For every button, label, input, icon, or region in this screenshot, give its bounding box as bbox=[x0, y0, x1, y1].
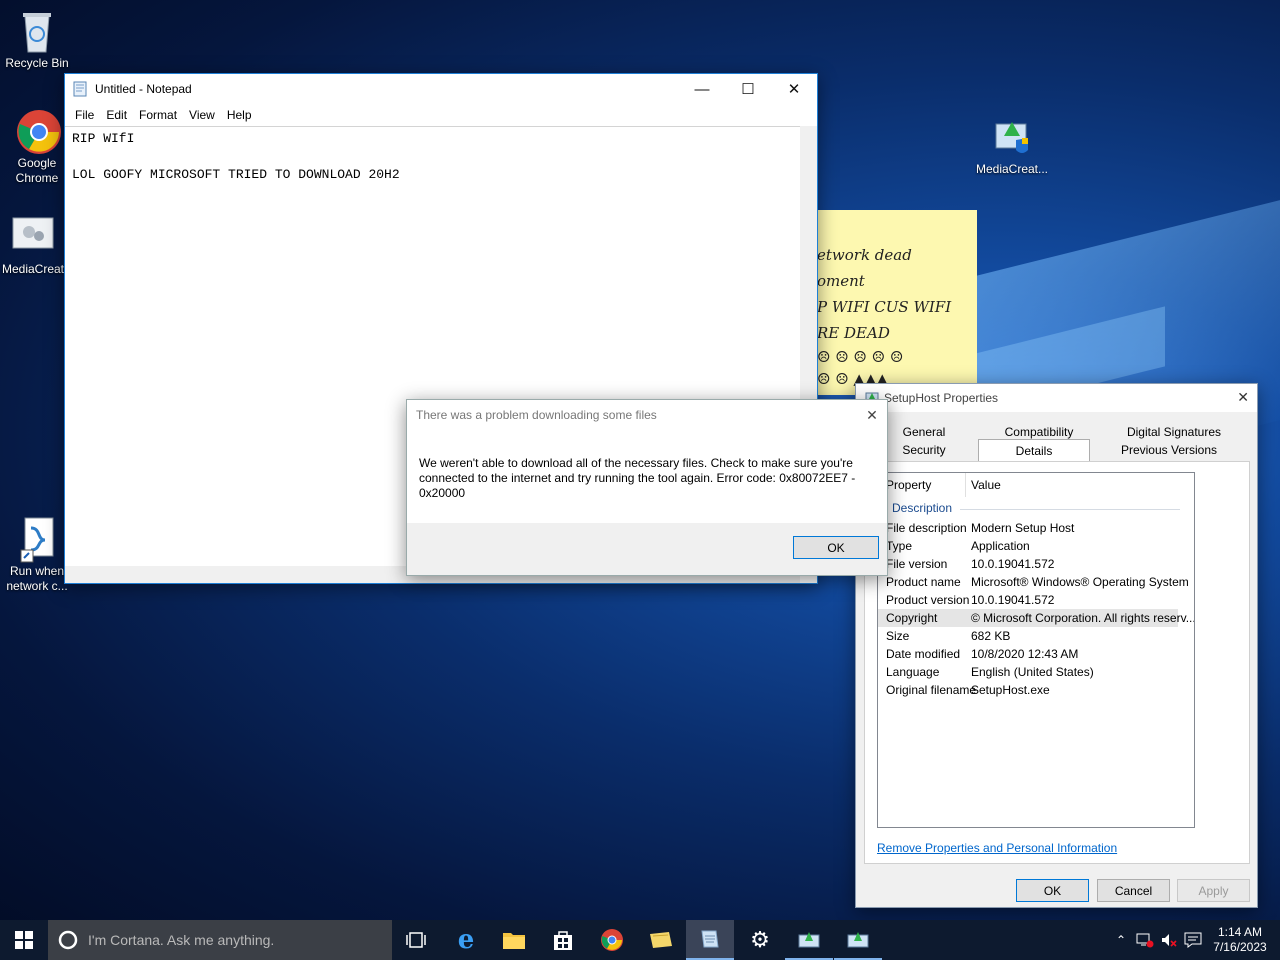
error-dialog[interactable]: There was a problem downloading some fil… bbox=[406, 399, 888, 576]
notepad-taskbar-icon[interactable] bbox=[686, 920, 734, 960]
properties-titlebar[interactable]: SetupHost Properties ✕ bbox=[856, 384, 1257, 412]
desktop-icon-mediacreat-2[interactable]: MediaCreat... bbox=[975, 114, 1049, 177]
script-file-icon bbox=[15, 516, 59, 563]
table-row[interactable]: File description Modern Setup Host bbox=[878, 519, 1178, 537]
volume-muted-icon[interactable] bbox=[1158, 920, 1180, 960]
start-button[interactable] bbox=[0, 920, 48, 960]
table-row[interactable]: Product name Microsoft® Windows® Operatin… bbox=[878, 573, 1189, 591]
desktop-icon-mediacreat[interactable]: MediaCreat bbox=[0, 214, 70, 277]
mediacreation-setup-icon bbox=[990, 114, 1034, 158]
edge-icon[interactable]: e bbox=[442, 920, 490, 960]
close-button[interactable]: ✕ bbox=[1237, 389, 1249, 406]
text-line bbox=[72, 149, 810, 167]
text-line: RIP WIfI bbox=[72, 131, 135, 146]
menu-edit[interactable]: Edit bbox=[100, 108, 133, 122]
task-view-icon[interactable] bbox=[392, 920, 440, 960]
desktop-icon-google-chrome[interactable]: Google Chrome bbox=[0, 108, 74, 186]
cortana-search-box[interactable]: I'm Cortana. Ask me anything. bbox=[48, 920, 392, 960]
windows-logo-icon bbox=[15, 931, 33, 949]
table-row[interactable]: Original filename SetupHost.exe bbox=[878, 681, 1178, 699]
dialog-title: There was a problem downloading some fil… bbox=[416, 408, 657, 422]
menu-view[interactable]: View bbox=[183, 108, 221, 122]
remove-properties-link[interactable]: Remove Properties and Personal Informati… bbox=[877, 841, 1117, 855]
cancel-button[interactable]: Cancel bbox=[1097, 879, 1170, 902]
column-header-value[interactable]: Value bbox=[971, 473, 1001, 497]
table-row[interactable]: Size 682 KB bbox=[878, 627, 1178, 645]
sticky-line: P WIFI CUS WIFI bbox=[817, 298, 952, 316]
chrome-icon bbox=[15, 108, 61, 154]
window-title: SetupHost Properties bbox=[884, 391, 999, 405]
desktop-icon-label: Google Chrome bbox=[15, 156, 59, 185]
network-disconnected-icon[interactable] bbox=[1134, 920, 1156, 960]
sticky-line: oment bbox=[817, 272, 865, 290]
dialog-message: We weren't able to download all of the n… bbox=[419, 456, 856, 500]
sticky-note[interactable]: etwork dead oment P WIFI CUS WIFI RE DEA… bbox=[817, 210, 977, 395]
details-list[interactable]: Property Value Description File descript… bbox=[877, 472, 1195, 828]
menu-file[interactable]: File bbox=[69, 108, 100, 122]
desktop-icon-label: Run when network c... bbox=[6, 564, 68, 593]
mediacreation-taskbar-icon-2[interactable] bbox=[834, 920, 882, 960]
menu-help[interactable]: Help bbox=[221, 108, 258, 122]
sticky-emoji-row: ☹ ☹ ☹ ☹ ☹ bbox=[817, 348, 904, 366]
close-button[interactable]: ✕ bbox=[857, 407, 887, 424]
text-line: LOL GOOFY MICROSOFT TRIED TO DOWNLOAD 20… bbox=[72, 167, 400, 182]
tab-previous-versions[interactable]: Previous Versions bbox=[1093, 441, 1245, 459]
minimize-button[interactable]: — bbox=[679, 74, 725, 104]
close-button[interactable]: ✕ bbox=[771, 74, 817, 104]
clock[interactable]: 1:14 AM 7/16/2023 bbox=[1206, 920, 1274, 960]
mediacreation-tool-icon bbox=[11, 214, 55, 258]
tab-details[interactable]: Details bbox=[978, 439, 1090, 461]
sticky-notes-icon[interactable] bbox=[637, 920, 685, 960]
mediacreation-taskbar-icon[interactable] bbox=[785, 920, 833, 960]
table-row[interactable]: Product version 10.0.19041.572 bbox=[878, 591, 1178, 609]
details-panel: Property Value Description File descript… bbox=[864, 461, 1250, 864]
menu-bar: File Edit Format View Help bbox=[65, 104, 817, 126]
store-icon[interactable] bbox=[539, 920, 587, 960]
recycle-bin-icon bbox=[15, 8, 59, 53]
table-row[interactable]: Type Application bbox=[878, 537, 1178, 555]
action-center-icon[interactable] bbox=[1182, 920, 1204, 960]
window-title: Untitled - Notepad bbox=[95, 82, 192, 96]
taskbar: I'm Cortana. Ask me anything. e ⚙ ⌃ 1:14… bbox=[0, 920, 1280, 960]
table-row[interactable]: File version 10.0.19041.572 bbox=[878, 555, 1178, 573]
desktop-icon-label: MediaCreat... bbox=[975, 162, 1049, 176]
desktop-icon-recycle-bin[interactable]: Recycle Bin bbox=[0, 8, 74, 71]
cortana-icon bbox=[48, 930, 88, 950]
settings-gear-icon[interactable]: ⚙ bbox=[736, 920, 784, 960]
apply-button[interactable]: Apply bbox=[1177, 879, 1250, 902]
properties-window[interactable]: SetupHost Properties ✕ General Compatibi… bbox=[855, 383, 1258, 908]
section-divider bbox=[960, 509, 1180, 510]
show-hidden-icons-chevron-icon[interactable]: ⌃ bbox=[1110, 920, 1132, 960]
clock-date: 7/16/2023 bbox=[1213, 940, 1267, 954]
chrome-taskbar-icon[interactable] bbox=[588, 920, 636, 960]
search-placeholder: I'm Cortana. Ask me anything. bbox=[88, 932, 275, 948]
file-explorer-icon[interactable] bbox=[490, 920, 538, 960]
table-row[interactable]: Date modified 10/8/2020 12:43 AM bbox=[878, 645, 1178, 663]
table-row-selected[interactable]: Copyright © Microsoft Corporation. All ri… bbox=[878, 609, 1194, 627]
dialog-footer: OK bbox=[407, 523, 887, 575]
notepad-icon bbox=[65, 81, 95, 97]
ok-button[interactable]: OK bbox=[1016, 879, 1089, 902]
menu-format[interactable]: Format bbox=[133, 108, 183, 122]
section-description: Description bbox=[892, 501, 953, 515]
notepad-titlebar[interactable]: Untitled - Notepad — ☐ ✕ bbox=[65, 74, 817, 104]
column-header-property[interactable]: Property bbox=[886, 473, 966, 497]
sticky-line: etwork dead bbox=[817, 246, 912, 264]
desktop-icon-label: Recycle Bin bbox=[5, 56, 69, 70]
maximize-button[interactable]: ☐ bbox=[725, 74, 771, 104]
clock-time: 1:14 AM bbox=[1217, 925, 1263, 939]
dialog-titlebar[interactable]: There was a problem downloading some fil… bbox=[407, 400, 887, 430]
tab-digital-signatures[interactable]: Digital Signatures bbox=[1099, 423, 1249, 441]
desktop-icon-run-when-network[interactable]: Run when network c... bbox=[0, 516, 74, 594]
table-row[interactable]: Language English (United States) bbox=[878, 663, 1178, 681]
sticky-line: RE DEAD bbox=[817, 324, 890, 342]
desktop-icon-label: MediaCreat bbox=[1, 262, 65, 276]
ok-button[interactable]: OK bbox=[793, 536, 879, 559]
